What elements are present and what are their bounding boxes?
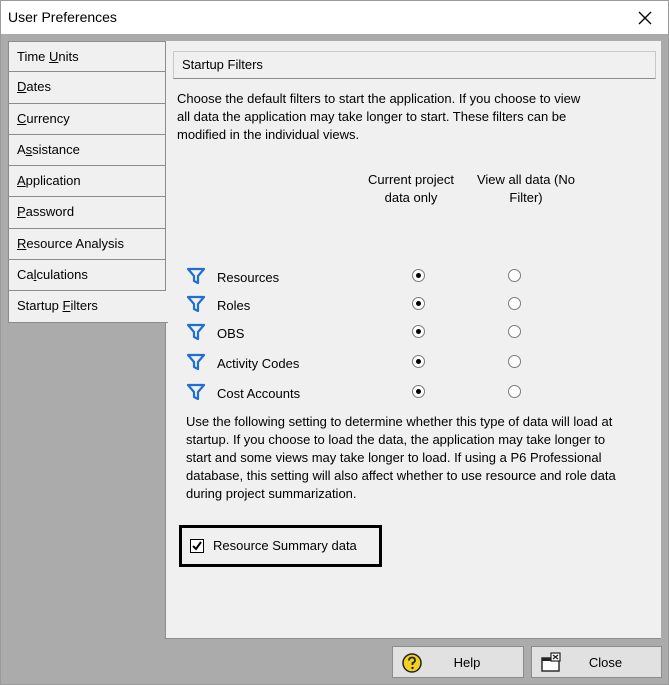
tab-calculations[interactable]: Calculations [8,260,166,292]
tab-resource-analysis[interactable]: Resource Analysis [8,228,166,261]
filter-row-cost-accounts: Cost Accounts [186,382,646,406]
window-close-button[interactable] [622,1,668,34]
filter-funnel-icon [186,295,206,313]
radio-selected-dot [416,389,421,394]
tab-label: Startup Filters [17,298,98,314]
tab-label: Currency [17,110,70,126]
close-icon [638,11,652,24]
filter-row-label: Cost Accounts [217,386,301,401]
resource-summary-highlight: Resource Summary data [179,525,382,567]
filter-funnel-icon [186,383,206,401]
radio-current-project[interactable] [412,269,425,282]
help-button[interactable]: Help [392,646,524,678]
radio-current-project[interactable] [412,325,425,338]
filter-row-resources: Resources [186,266,646,290]
startup-filters-panel: Startup Filters Choose the default filte… [165,41,661,639]
radio-selected-dot [416,359,421,364]
section-header: Startup Filters [173,51,656,79]
tab-label: Assistance [17,141,80,157]
filter-row-obs: OBS [186,322,646,346]
close-button[interactable]: Close [531,646,662,678]
tab-time-units[interactable]: Time Units [8,41,166,73]
help-button-label: Help [453,655,481,670]
radio-view-all[interactable] [508,269,521,282]
tab-password[interactable]: Password [8,197,166,229]
filter-row-label: Roles [217,298,251,313]
filter-row-roles: Roles [186,294,646,318]
user-preferences-window: User Preferences Time Units Dates Currency… [0,0,669,685]
radio-view-all[interactable] [508,385,521,398]
tab-label: Password [17,204,75,220]
tab-label: Resource Analysis [17,235,124,251]
radio-view-all[interactable] [508,325,521,338]
resource-summary-note: Use the following setting to determine w… [186,414,616,501]
tab-assistance[interactable]: Assistance [8,134,166,167]
window-title: User Preferences [8,9,117,25]
radio-view-all[interactable] [508,297,521,310]
filter-row-label: OBS [217,326,245,341]
filter-funnel-icon [186,353,206,371]
dialog-client-area: Time Units Dates Currency Assistance Applica… [1,34,668,684]
radio-selected-dot [416,273,421,278]
radio-view-all[interactable] [508,355,521,368]
radio-current-project[interactable] [412,297,425,310]
tab-label: Application [17,173,81,189]
close-button-label: Close [588,655,623,670]
resource-summary-checkbox[interactable] [190,539,204,553]
intro-text: Choose the default filters to start the … [177,91,581,142]
resource-summary-label: Resource Summary data [213,538,357,553]
title-bar: User Preferences [1,1,668,34]
checkmark-icon [192,541,202,551]
filter-funnel-icon [186,267,206,285]
radio-selected-dot [416,301,421,306]
tab-label: Calculations [17,267,88,283]
radio-current-project[interactable] [412,385,425,398]
preferences-tab-list: Time Units Dates Currency Assistance Applica… [8,41,168,323]
radio-current-project[interactable] [412,355,425,368]
filter-row-activity-codes: Activity Codes [186,352,646,376]
tab-currency[interactable]: Currency [8,103,166,135]
column-header-current-project: Current project data only [368,172,454,205]
tab-startup-filters[interactable]: Startup Filters [8,291,168,323]
tab-label: Dates [17,79,51,95]
radio-selected-dot [416,329,421,334]
filter-funnel-icon [186,323,206,341]
filter-row-label: Resources [217,270,280,285]
tab-application[interactable]: Application [8,166,166,198]
tab-label: Time Units [17,49,79,64]
filter-row-label: Activity Codes [217,356,300,371]
column-header-view-all: View all data (No Filter) [476,172,576,205]
tab-dates[interactable]: Dates [8,72,166,104]
